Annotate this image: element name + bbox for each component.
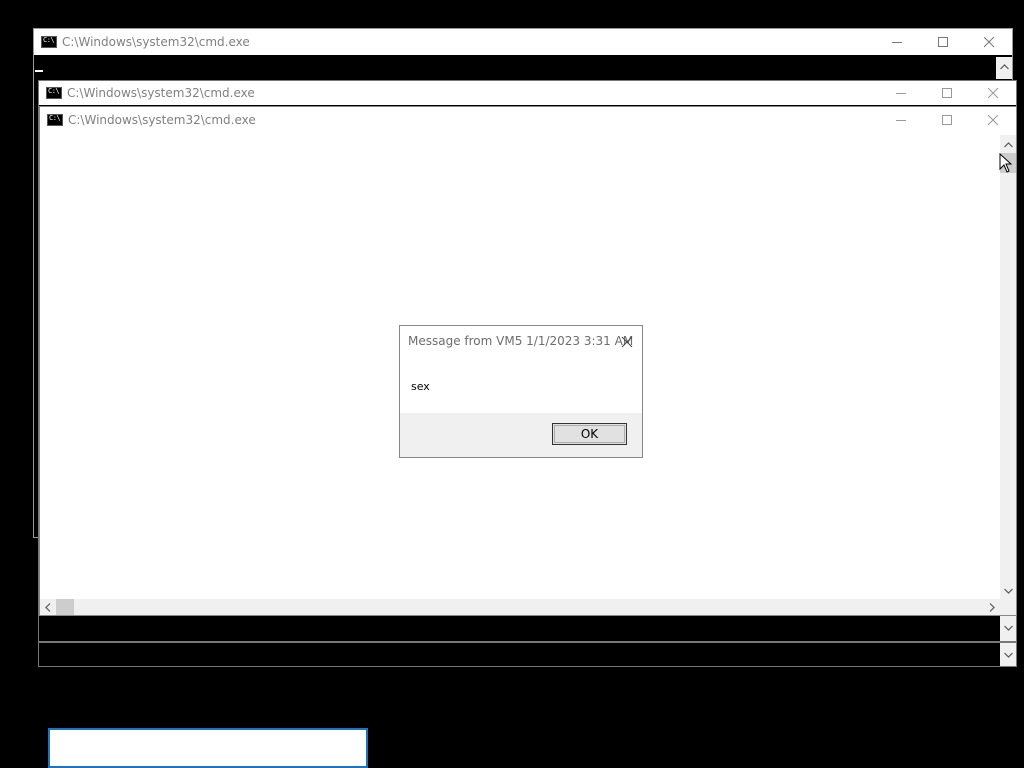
maximize-button[interactable] <box>924 107 970 133</box>
horizontal-scroll-thumb[interactable] <box>56 599 74 615</box>
maximize-button[interactable] <box>920 29 966 55</box>
vertical-scrollbar[interactable] <box>1000 135 1016 599</box>
minimize-icon <box>895 119 906 121</box>
cmd-window-strip[interactable] <box>38 642 1017 667</box>
close-button[interactable] <box>970 107 1016 133</box>
scrollbar-corner <box>1000 599 1016 615</box>
window-title: C:\Windows\system32\cmd.exe <box>68 113 256 127</box>
mouse-cursor-icon <box>999 153 1013 173</box>
close-icon <box>987 114 998 125</box>
horizontal-scrollbar[interactable] <box>40 599 1000 615</box>
scroll-down-arrow-icon[interactable] <box>1000 620 1016 636</box>
cmd-window-front-titlebar[interactable]: C:\Windows\system32\cmd.exe <box>40 107 1016 133</box>
maximize-icon <box>937 36 948 47</box>
cmd-window-middle-titlebar[interactable]: C:\Windows\system32\cmd.exe <box>39 81 1016 105</box>
vertical-scrollbar[interactable] <box>996 57 1012 79</box>
minimize-button[interactable] <box>878 81 924 105</box>
scroll-up-arrow-icon[interactable] <box>996 59 1012 75</box>
message-dialog[interactable]: Message from VM5 1/1/2023 3:31 AM sex OK <box>399 325 643 458</box>
dialog-close-button[interactable] <box>620 334 634 348</box>
minimize-button[interactable] <box>874 29 920 55</box>
minimize-icon <box>891 41 902 43</box>
maximize-button[interactable] <box>924 81 970 105</box>
text-cursor <box>35 70 43 72</box>
scroll-right-arrow-icon[interactable] <box>984 599 1000 615</box>
maximize-icon <box>941 114 952 125</box>
minimize-button[interactable] <box>878 107 924 133</box>
ok-button[interactable]: OK <box>552 423 627 445</box>
minimize-icon <box>895 92 906 94</box>
scroll-down-arrow-icon[interactable] <box>1000 647 1016 663</box>
vertical-scrollbar[interactable] <box>1000 615 1016 641</box>
cmd-icon <box>47 114 63 126</box>
close-icon <box>621 336 633 348</box>
dialog-footer: OK <box>400 413 642 457</box>
close-icon <box>983 36 994 47</box>
cmd-icon <box>41 36 57 48</box>
maximize-icon <box>941 87 952 98</box>
window-title: C:\Windows\system32\cmd.exe <box>67 86 255 100</box>
scroll-up-arrow-icon[interactable] <box>1000 137 1016 153</box>
cmd-window-back-titlebar[interactable]: C:\Windows\system32\cmd.exe <box>34 29 1012 55</box>
scroll-down-arrow-icon[interactable] <box>1000 583 1016 599</box>
close-icon <box>987 87 998 98</box>
vertical-scrollbar[interactable] <box>1000 643 1016 666</box>
scroll-left-arrow-icon[interactable] <box>40 599 56 615</box>
text-input[interactable] <box>48 728 368 768</box>
dialog-message: sex <box>411 380 430 393</box>
dialog-title: Message from VM5 1/1/2023 3:31 AM <box>408 334 634 348</box>
cmd-icon <box>46 87 62 99</box>
window-title: C:\Windows\system32\cmd.exe <box>62 35 250 49</box>
close-button[interactable] <box>966 29 1012 55</box>
close-button[interactable] <box>970 81 1016 105</box>
